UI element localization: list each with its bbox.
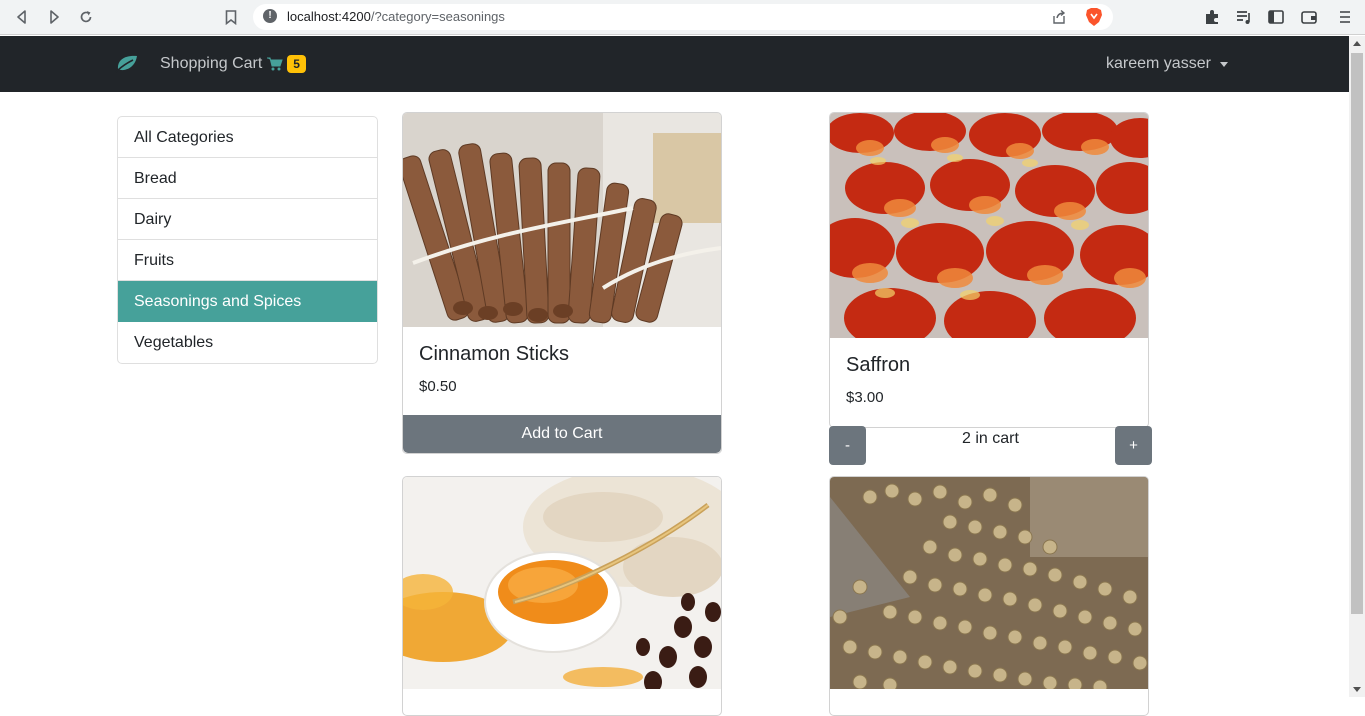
product-title: Cinnamon Sticks — [419, 343, 570, 365]
sidebar-icon[interactable] — [1267, 8, 1285, 26]
product-card — [829, 476, 1149, 716]
cart-icon — [267, 57, 283, 71]
category-item-vegetables[interactable]: Vegetables — [118, 322, 377, 363]
decrease-quantity-button[interactable]: - — [829, 426, 866, 465]
product-price: $3.00 — [846, 389, 884, 406]
shopping-cart-link[interactable]: Shopping Cart 5 — [160, 55, 306, 73]
caret-down-icon — [1219, 61, 1228, 67]
user-dropdown[interactable]: kareem yasser — [1106, 55, 1228, 73]
quantity-stepper: - 2 in cart + — [829, 426, 1152, 465]
user-name: kareem yasser — [1106, 55, 1211, 72]
category-item-all[interactable]: All Categories — [118, 117, 377, 158]
menu-icon[interactable] — [1336, 8, 1354, 26]
product-image-turmeric — [403, 477, 721, 689]
category-item-bread[interactable]: Bread — [118, 158, 377, 199]
share-icon[interactable] — [1051, 9, 1067, 25]
category-item-seasonings[interactable]: Seasonings and Spices — [118, 281, 377, 322]
leaf-logo-icon[interactable] — [115, 55, 139, 73]
scroll-up-icon[interactable] — [1353, 41, 1361, 46]
scrollbar-thumb[interactable] — [1351, 53, 1363, 614]
extensions-icon[interactable] — [1203, 8, 1221, 26]
category-item-dairy[interactable]: Dairy — [118, 199, 377, 240]
browser-toolbar: ! localhost:4200/?category=seasonings — [0, 0, 1365, 35]
product-card — [402, 476, 722, 716]
playlist-icon[interactable] — [1235, 8, 1253, 26]
product-card: Cinnamon Sticks $0.50 Add to Cart — [402, 112, 722, 454]
cart-count-badge: 5 — [287, 55, 306, 73]
page-scrollbar[interactable] — [1349, 36, 1365, 697]
address-bar[interactable]: ! localhost:4200/?category=seasonings — [253, 4, 1113, 30]
brave-shield-icon[interactable] — [1085, 7, 1103, 27]
product-title: Saffron — [846, 354, 911, 376]
back-icon[interactable] — [12, 7, 32, 27]
add-to-cart-button[interactable]: Add to Cart — [403, 415, 721, 453]
product-price: $0.50 — [419, 378, 457, 395]
wallet-icon[interactable] — [1300, 8, 1318, 26]
product-card: Saffron $3.00 — [829, 112, 1149, 428]
site-info-icon[interactable]: ! — [263, 9, 277, 23]
reload-icon[interactable] — [76, 7, 96, 27]
scroll-down-icon[interactable] — [1353, 687, 1361, 692]
quantity-text: 2 in cart — [962, 430, 1019, 447]
url-text: localhost:4200/?category=seasonings — [287, 9, 505, 24]
cart-label: Shopping Cart — [160, 55, 263, 72]
product-image-saffron — [830, 113, 1148, 338]
category-list: All Categories Bread Dairy Fruits Season… — [117, 116, 378, 364]
product-image-cinnamon — [403, 113, 721, 327]
navbar: Shopping Cart 5 kareem yasser — [0, 36, 1349, 92]
category-item-fruits[interactable]: Fruits — [118, 240, 377, 281]
forward-icon[interactable] — [44, 7, 64, 27]
increase-quantity-button[interactable]: + — [1115, 426, 1152, 465]
bookmark-icon[interactable] — [221, 7, 241, 27]
product-image-coriander — [830, 477, 1148, 689]
